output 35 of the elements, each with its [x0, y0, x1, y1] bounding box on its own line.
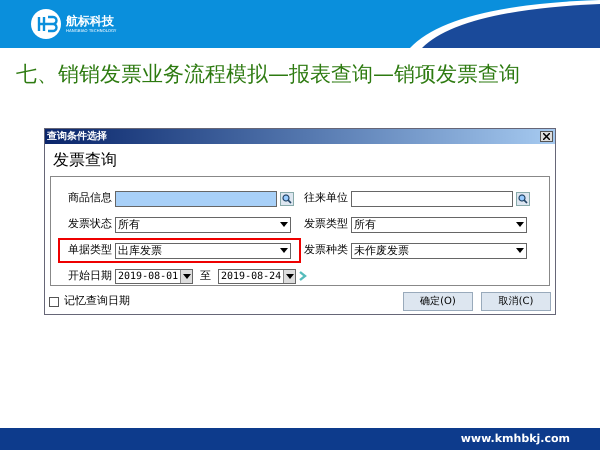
input-field[interactable]: [115, 190, 277, 206]
field-label: 发票类型: [304, 216, 348, 232]
checkbox-label: 记忆查询日期: [64, 293, 130, 310]
input-field[interactable]: [351, 190, 513, 206]
field-label: 发票状态: [68, 216, 112, 232]
dialog-button[interactable]: 确定(O): [403, 292, 473, 311]
logo-icon: [30, 8, 62, 40]
logo-name: 航标科技: [66, 14, 115, 28]
dropdown-field[interactable]: 所有: [115, 216, 291, 232]
search-button[interactable]: [280, 192, 294, 206]
dropdown-arrow-icon: [280, 222, 288, 227]
search-button[interactable]: [516, 192, 530, 206]
range-separator: 至: [200, 268, 211, 284]
field-label: 发票种类: [304, 242, 348, 258]
dropdown-field[interactable]: 所有: [351, 216, 527, 232]
dropdown-arrow-icon: [516, 222, 524, 227]
dropdown-arrow-icon: [182, 274, 190, 278]
dialog-heading: 发票查询: [53, 149, 118, 171]
field-label: 单据类型: [68, 242, 112, 258]
date-field[interactable]: 2019-08-01: [115, 268, 193, 284]
dropdown-field[interactable]: 出库发票: [115, 242, 291, 258]
dialog-title-bar: 查询条件选择: [45, 129, 555, 144]
dropdown-arrow-icon: [280, 248, 288, 253]
field-label: 商品信息: [68, 190, 112, 206]
field-label: 开始日期: [68, 268, 112, 284]
checkbox[interactable]: [49, 296, 59, 306]
dropdown-arrow-icon: [516, 248, 524, 253]
field-label: 往来单位: [304, 190, 348, 206]
date-field[interactable]: 2019-08-24: [218, 268, 296, 284]
dropdown-arrow-icon: [286, 274, 294, 278]
website-url: www.kmhbkj.com: [460, 430, 570, 447]
close-button[interactable]: [540, 131, 553, 142]
dialog-button[interactable]: 取消(C): [481, 292, 551, 311]
dropdown-field[interactable]: 未作废发票: [351, 242, 527, 258]
slide-title: 七、销销发票业务流程模拟—报表查询—销项发票查询: [16, 61, 521, 88]
